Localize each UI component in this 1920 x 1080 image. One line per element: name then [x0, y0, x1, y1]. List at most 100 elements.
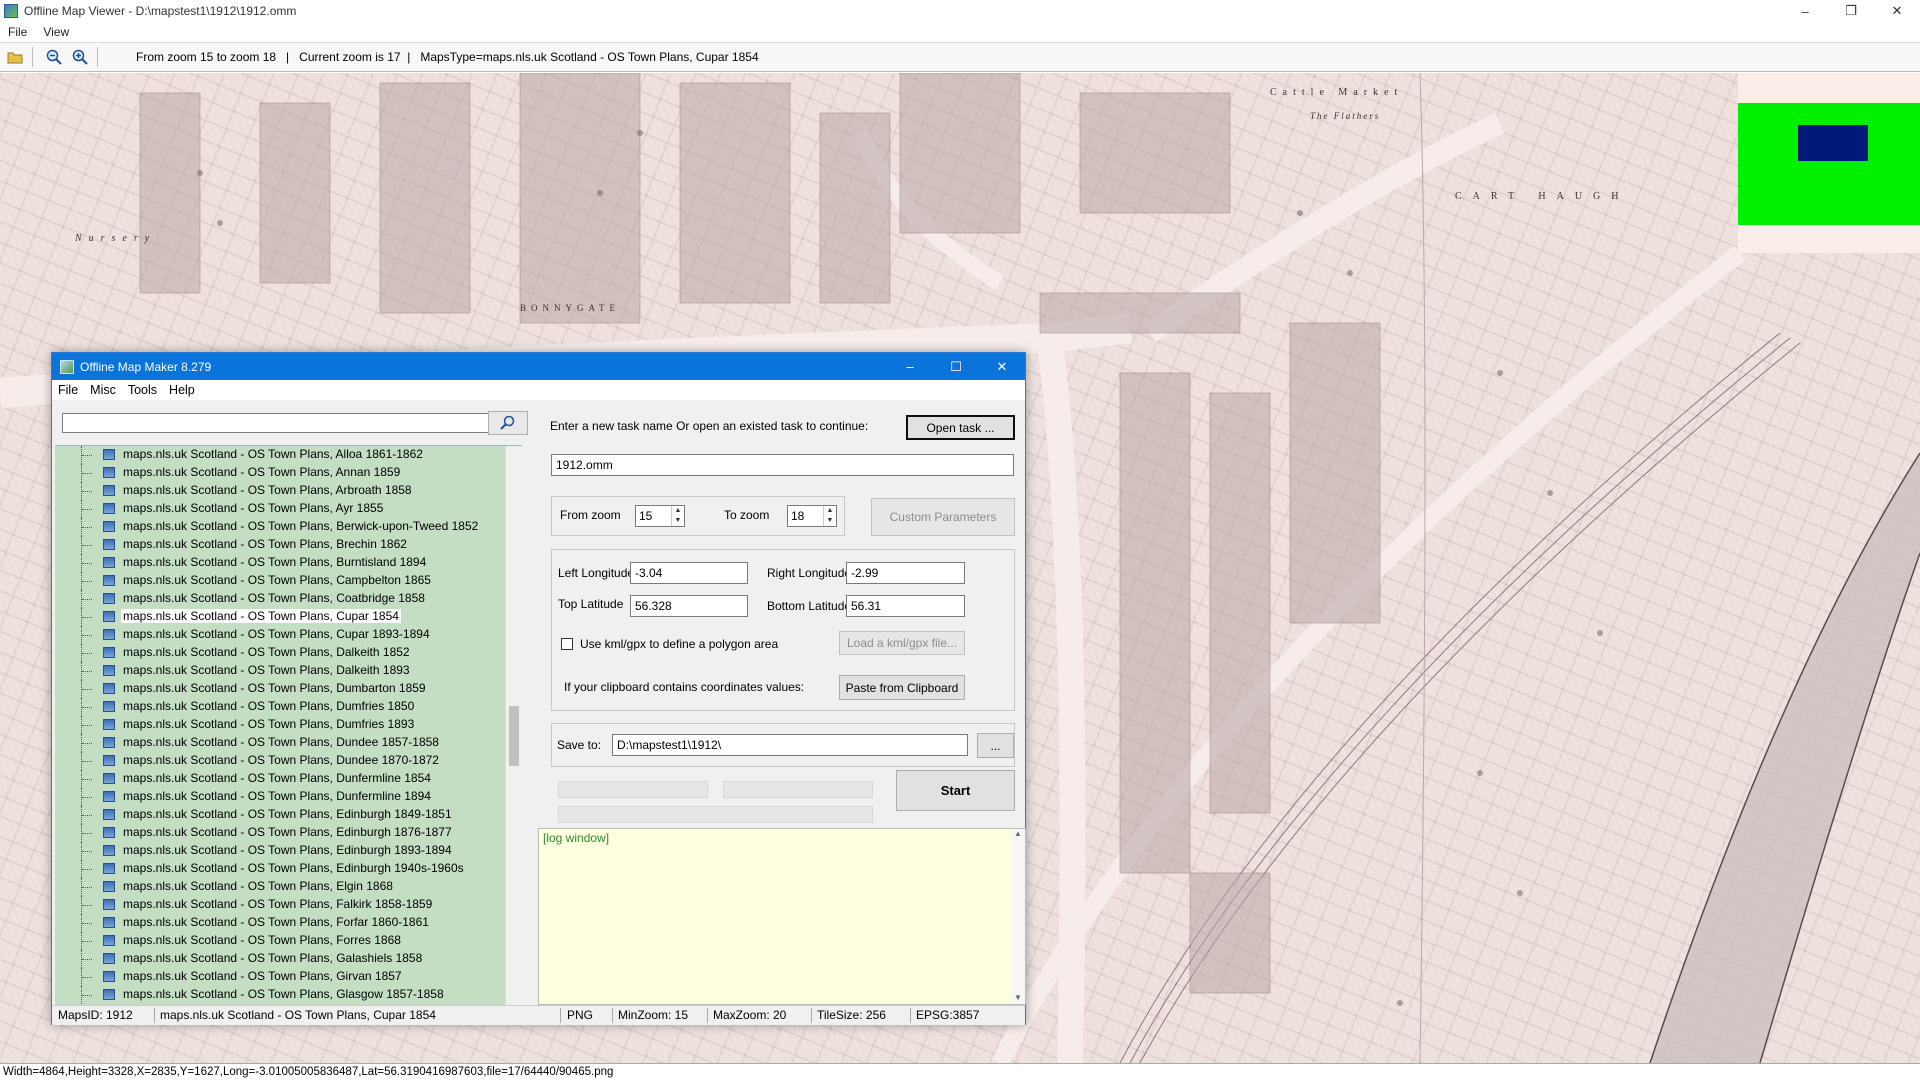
close-icon[interactable]: ✕: [979, 353, 1025, 380]
minimize-icon[interactable]: –: [1782, 0, 1828, 22]
minimize-icon[interactable]: –: [887, 353, 933, 380]
map-layer-icon: [103, 539, 115, 550]
maximize-icon[interactable]: ☐: [933, 353, 979, 380]
save-to-input[interactable]: D:\mapstest1\1912\: [612, 734, 968, 756]
tree-item-label: maps.nls.uk Scotland - OS Town Plans, Gl…: [123, 987, 444, 1001]
log-scrollbar[interactable]: ▲ ▼: [1011, 829, 1025, 1004]
map-layer-icon: [103, 773, 115, 784]
toolbar-separator: [32, 47, 33, 67]
map-layer-icon: [103, 503, 115, 514]
tree-item-label: maps.nls.uk Scotland - OS Town Plans, Ay…: [123, 501, 384, 515]
tree-guide-line: [82, 473, 92, 474]
map-layer-icon: [103, 557, 115, 568]
browse-folder-button[interactable]: ...: [977, 733, 1014, 758]
task-name-input[interactable]: 1912.omm: [551, 454, 1014, 476]
tree-guide-line: [82, 581, 92, 582]
map-label-bonnygate: BONNYGATE: [520, 303, 620, 313]
from-zoom-value: 15: [639, 509, 653, 523]
map-layer-icon: [103, 485, 115, 496]
tree-item-label: maps.nls.uk Scotland - OS Town Plans, Du…: [123, 681, 426, 695]
tree-item-label: maps.nls.uk Scotland - OS Town Plans, Da…: [123, 663, 410, 677]
tree-item-label: maps.nls.uk Scotland - OS Town Plans, Ed…: [123, 807, 452, 821]
from-zoom-label: From zoom: [560, 508, 621, 522]
map-label-the-flathers: The Flathers: [1310, 111, 1381, 121]
status-maps-id: MapsID: 1912: [58, 1008, 133, 1022]
omm-menu-help[interactable]: Help: [163, 383, 201, 397]
tree-guide-line: [82, 941, 92, 942]
spinner-arrows-icon[interactable]: ▲ ▼: [671, 506, 684, 526]
left-longitude-input[interactable]: -3.04: [630, 562, 748, 584]
use-kml-checkbox[interactable]: [561, 638, 573, 650]
omm-menu-tools[interactable]: Tools: [122, 383, 163, 397]
zoom-in-icon[interactable]: [69, 46, 91, 68]
tree-scrollbar-thumb[interactable]: [509, 706, 519, 766]
omm-menu-file[interactable]: File: [52, 383, 84, 397]
map-label-cattle-market: Cattle Market: [1270, 87, 1404, 98]
zoom-out-icon[interactable]: [43, 46, 65, 68]
map-layer-icon: [103, 575, 115, 586]
tree-item-label: maps.nls.uk Scotland - OS Town Plans, El…: [123, 879, 393, 893]
tree-guide-line: [82, 707, 92, 708]
tree-guide-line: [82, 779, 92, 780]
map-layer-icon: [103, 647, 115, 658]
tree-scrollbar[interactable]: [505, 446, 522, 1005]
tree-guide-line: [82, 563, 92, 564]
tree-guide-line: [82, 833, 92, 834]
spinner-arrows-icon[interactable]: ▲ ▼: [823, 506, 836, 526]
tree-item-label: maps.nls.uk Scotland - OS Town Plans, Du…: [123, 753, 439, 767]
menu-file[interactable]: File: [0, 25, 35, 39]
map-search-button[interactable]: [488, 411, 528, 435]
open-folder-icon[interactable]: [4, 46, 26, 68]
map-layer-icon: [103, 611, 115, 622]
map-layer-icon: [103, 935, 115, 946]
map-layer-icon: [103, 665, 115, 676]
maps-type-tree[interactable]: maps.nls.uk Scotland - OS Town Plans, Al…: [55, 445, 522, 1005]
tree-guide-line: [82, 869, 92, 870]
map-label-cart-haugh: CART HAUGH: [1455, 191, 1630, 202]
omm-app-icon: [60, 359, 74, 374]
viewer-titlebar: Offline Map Viewer - D:\mapstest1\1912\1…: [0, 0, 1920, 22]
overview-viewport[interactable]: [1798, 125, 1868, 161]
top-latitude-input[interactable]: 56.328: [630, 595, 748, 617]
tree-item-label: maps.nls.uk Scotland - OS Town Plans, Cu…: [121, 609, 401, 623]
tree-guide-line: [82, 527, 92, 528]
omm-menubar: File Misc Tools Help: [52, 380, 1025, 400]
tree-item-label: maps.nls.uk Scotland - OS Town Plans, Ar…: [123, 483, 412, 497]
progress-bar-1: [558, 781, 708, 798]
use-kml-label: Use kml/gpx to define a polygon area: [580, 637, 779, 651]
status-separator: [811, 1008, 812, 1023]
tree-item-label: maps.nls.uk Scotland - OS Town Plans, Du…: [123, 771, 431, 785]
tree-guide-line: [82, 761, 92, 762]
to-zoom-spinner[interactable]: 18 ▲ ▼: [787, 505, 837, 527]
omm-menu-misc[interactable]: Misc: [84, 383, 122, 397]
load-kml-button[interactable]: Load a kml/gpx file...: [839, 631, 965, 655]
tree-guide-line: [82, 743, 92, 744]
start-button[interactable]: Start: [896, 770, 1015, 811]
to-zoom-value: 18: [791, 509, 805, 523]
tree-item-label: maps.nls.uk Scotland - OS Town Plans, Al…: [123, 447, 423, 461]
overview-frame: [1738, 103, 1920, 225]
paste-from-clipboard-button[interactable]: Paste from Clipboard: [839, 675, 965, 700]
close-icon[interactable]: ✕: [1874, 0, 1920, 22]
overview-minimap[interactable]: [1738, 73, 1920, 253]
open-task-button[interactable]: Open task ...: [906, 415, 1015, 440]
custom-parameters-button[interactable]: Custom Parameters: [871, 498, 1015, 536]
progress-bar-2: [723, 781, 873, 798]
tree-item-label: maps.nls.uk Scotland - OS Town Plans, Fo…: [123, 915, 429, 929]
bottom-latitude-input[interactable]: 56.31: [846, 595, 965, 617]
tree-guide-line: [82, 923, 92, 924]
restore-icon[interactable]: ❐: [1828, 0, 1874, 22]
omm-statusbar: MapsID: 1912 maps.nls.uk Scotland - OS T…: [52, 1005, 1025, 1025]
progress-bar-total: [558, 806, 873, 823]
right-longitude-label: Right Longitude: [767, 566, 852, 580]
map-search-input[interactable]: [62, 413, 496, 433]
right-longitude-input[interactable]: -2.99: [846, 562, 965, 584]
tree-item-label: maps.nls.uk Scotland - OS Town Plans, Fa…: [123, 897, 433, 911]
menu-view[interactable]: View: [35, 25, 77, 39]
map-layer-icon: [103, 917, 115, 928]
log-window[interactable]: [log window] ▲ ▼: [538, 828, 1026, 1005]
from-zoom-spinner[interactable]: 15 ▲ ▼: [635, 505, 685, 527]
offline-map-maker-window: Offline Map Maker 8.279 – ☐ ✕ File Misc …: [51, 352, 1026, 1025]
map-layer-icon: [103, 521, 115, 532]
tree-item-label: maps.nls.uk Scotland - OS Town Plans, Ed…: [123, 843, 452, 857]
